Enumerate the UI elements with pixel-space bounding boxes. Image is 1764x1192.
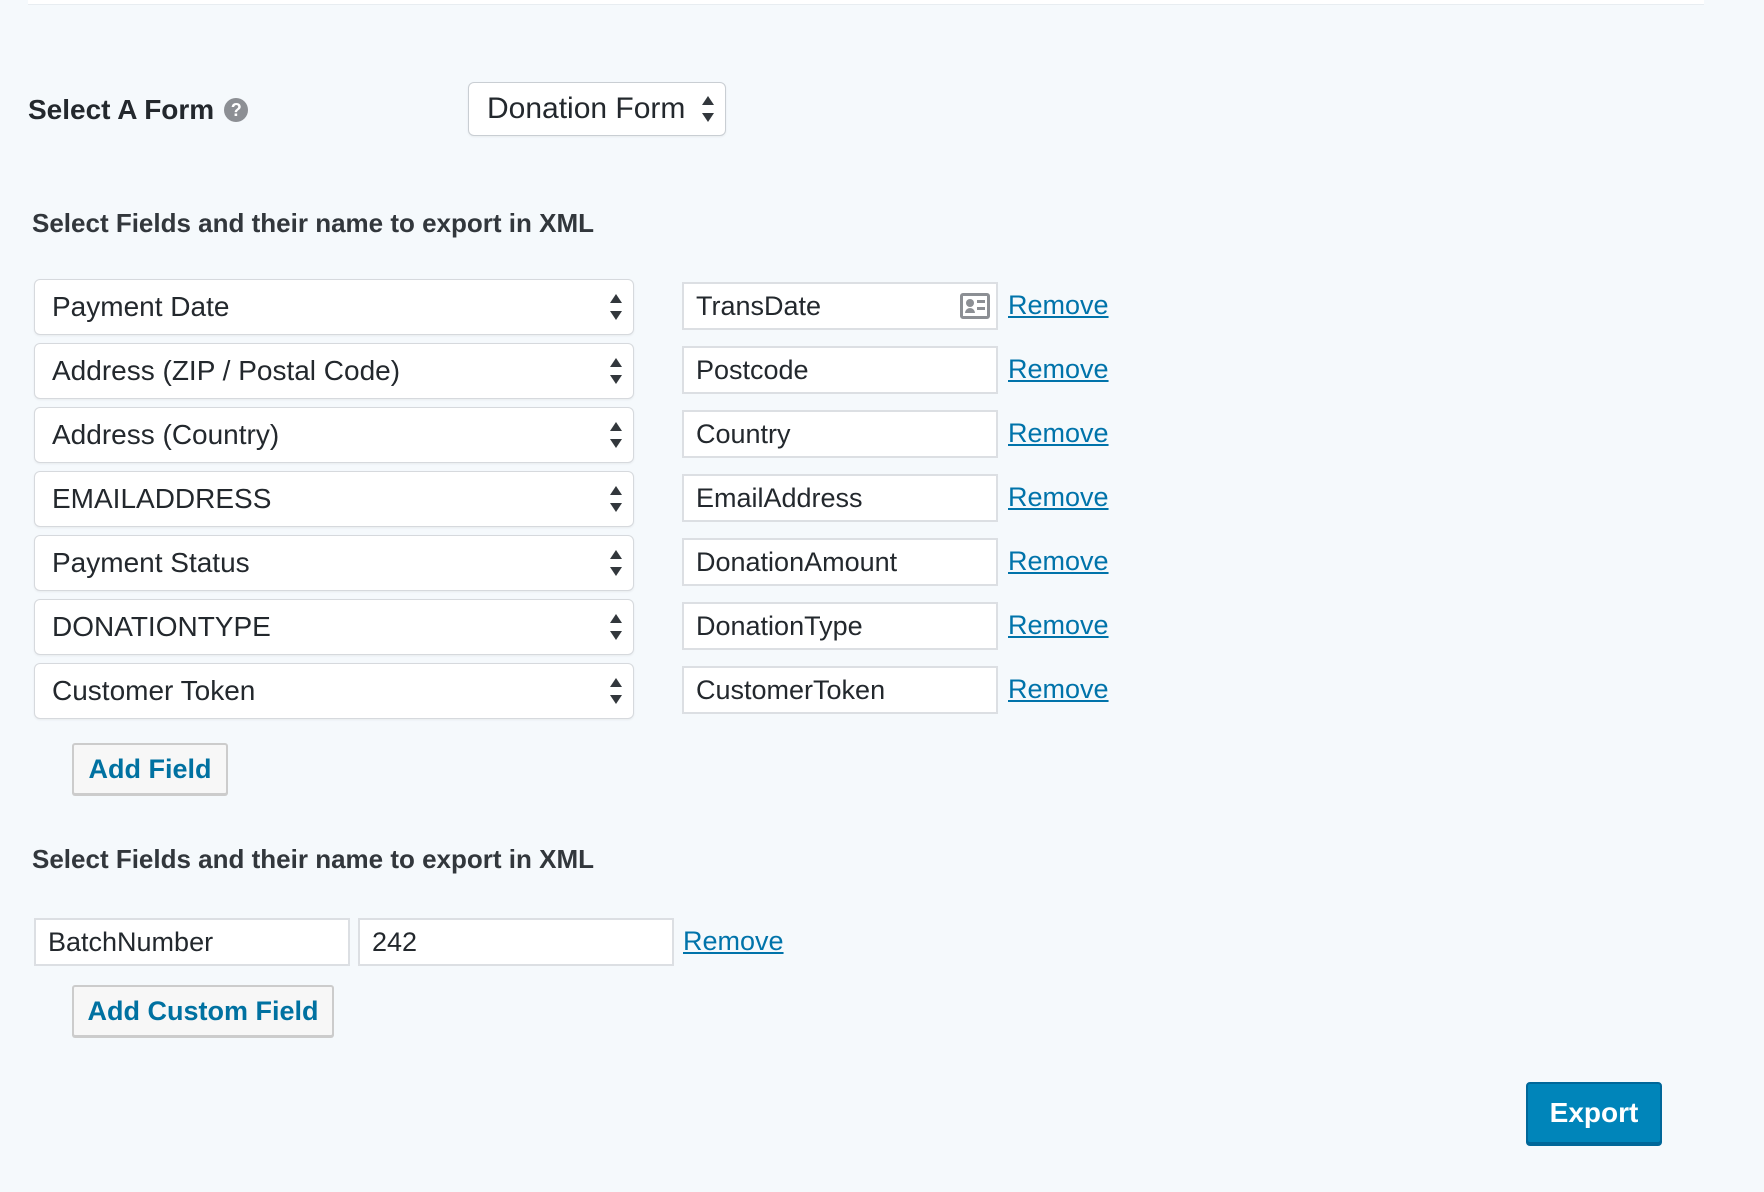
field-name-input[interactable]: DonationType bbox=[682, 602, 998, 650]
select-arrows-icon bbox=[609, 550, 623, 576]
custom-remove-link[interactable]: Remove bbox=[683, 926, 784, 957]
field-select-value: Address (Country) bbox=[52, 419, 280, 450]
field-select[interactable]: Address (Country) bbox=[34, 407, 634, 463]
field-name-input[interactable]: DonationAmount bbox=[682, 538, 998, 586]
select-form-label: Select A Form ? bbox=[28, 94, 249, 126]
remove-link[interactable]: Remove bbox=[1008, 418, 1109, 449]
field-select-value: Customer Token bbox=[52, 675, 256, 706]
field-name-input[interactable]: EmailAddress bbox=[682, 474, 998, 522]
select-arrows-icon bbox=[609, 422, 623, 448]
remove-link[interactable]: Remove bbox=[1008, 290, 1109, 321]
add-field-button[interactable]: Add Field bbox=[72, 743, 228, 795]
custom-field-name-value: BatchNumber bbox=[48, 926, 214, 957]
select-arrows-icon bbox=[609, 678, 623, 704]
custom-field-value-input[interactable]: 242 bbox=[358, 918, 674, 966]
field-select-value: DONATIONTYPE bbox=[52, 611, 271, 642]
select-arrows-icon bbox=[609, 486, 623, 512]
field-select-value: Payment Date bbox=[52, 291, 230, 322]
field-select[interactable]: EMAILADDRESS bbox=[34, 471, 634, 527]
export-button[interactable]: Export bbox=[1526, 1082, 1662, 1144]
form-select[interactable]: Donation Form bbox=[468, 82, 726, 136]
select-arrows-icon bbox=[609, 294, 623, 320]
remove-link[interactable]: Remove bbox=[1008, 546, 1109, 577]
fields-section-heading: Select Fields and their name to export i… bbox=[32, 208, 594, 238]
select-form-label-text: Select A Form bbox=[28, 94, 215, 125]
field-select[interactable]: Address (ZIP / Postal Code) bbox=[34, 343, 634, 399]
custom-field-value: 242 bbox=[372, 926, 418, 957]
field-name-value: DonationAmount bbox=[696, 546, 898, 577]
field-select-value: EMAILADDRESS bbox=[52, 483, 272, 514]
field-name-value: DonationType bbox=[696, 610, 863, 641]
field-name-input[interactable]: CustomerToken bbox=[682, 666, 998, 714]
add-custom-field-button[interactable]: Add Custom Field bbox=[72, 985, 334, 1037]
field-select-value: Payment Status bbox=[52, 547, 250, 578]
remove-link[interactable]: Remove bbox=[1008, 354, 1109, 385]
remove-link[interactable]: Remove bbox=[1008, 482, 1109, 513]
field-name-input[interactable]: Country bbox=[682, 410, 998, 458]
form-select-value: Donation Form bbox=[487, 92, 686, 125]
field-name-input[interactable]: TransDate bbox=[682, 282, 998, 330]
custom-section-heading: Select Fields and their name to export i… bbox=[32, 844, 594, 874]
field-name-value: Country bbox=[696, 418, 791, 449]
remove-link[interactable]: Remove bbox=[1008, 610, 1109, 641]
field-select-value: Address (ZIP / Postal Code) bbox=[52, 355, 401, 386]
help-icon[interactable]: ? bbox=[224, 98, 249, 122]
field-name-value: CustomerToken bbox=[696, 674, 886, 705]
field-name-value: Postcode bbox=[696, 354, 809, 385]
field-select[interactable]: Payment Status bbox=[34, 535, 634, 591]
select-arrows-icon bbox=[609, 614, 623, 640]
remove-link[interactable]: Remove bbox=[1008, 674, 1109, 705]
field-name-input[interactable]: Postcode bbox=[682, 346, 998, 394]
field-select[interactable]: DONATIONTYPE bbox=[34, 599, 634, 655]
select-arrows-icon bbox=[609, 358, 623, 384]
contact-card-icon[interactable] bbox=[960, 293, 990, 319]
select-arrows-icon bbox=[701, 96, 715, 122]
top-panel bbox=[28, 0, 1704, 5]
custom-field-name-input[interactable]: BatchNumber bbox=[34, 918, 350, 966]
field-name-value: TransDate bbox=[696, 290, 822, 321]
field-select[interactable]: Payment Date bbox=[34, 279, 634, 335]
field-name-value: EmailAddress bbox=[696, 482, 863, 513]
field-select[interactable]: Customer Token bbox=[34, 663, 634, 719]
